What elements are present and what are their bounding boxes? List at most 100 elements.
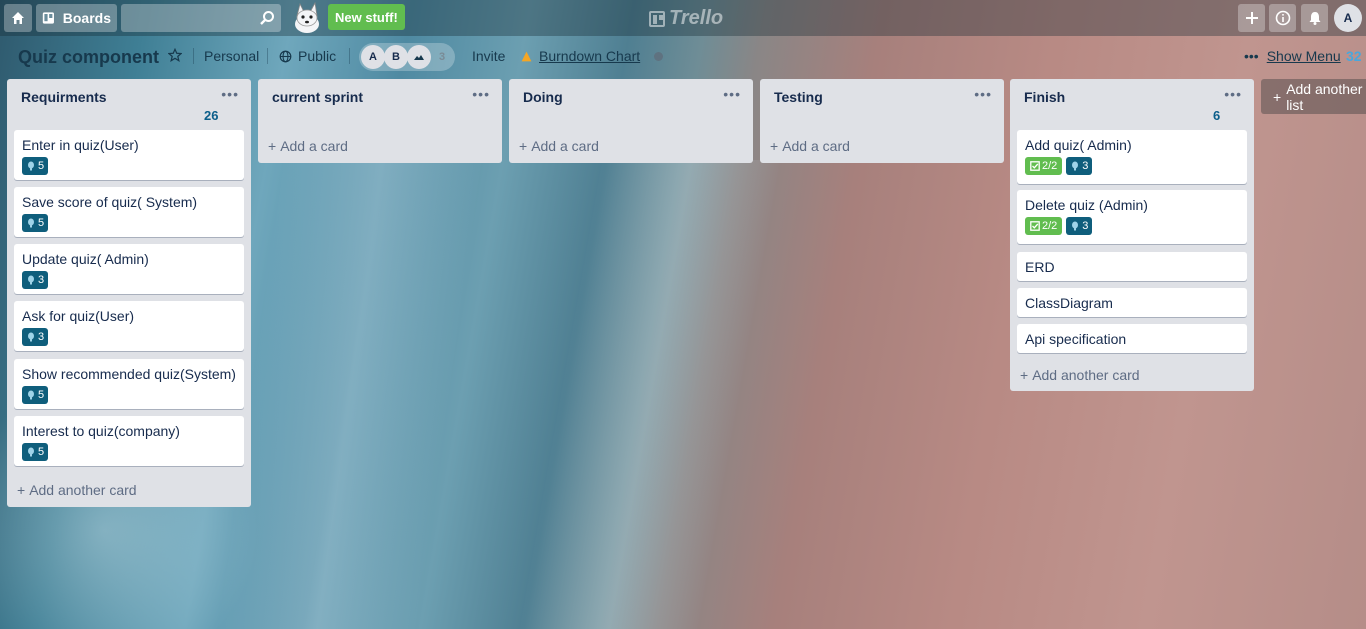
notifications-button[interactable]: [1301, 4, 1328, 32]
member-avatar[interactable]: [407, 45, 431, 69]
new-stuff-button[interactable]: New stuff!: [328, 4, 405, 30]
board-title[interactable]: Quiz component: [18, 47, 159, 68]
card-title: Api specification: [1025, 331, 1127, 347]
card-title: Ask for quiz(User): [22, 308, 135, 324]
add-card-label: Add a card: [531, 138, 599, 154]
list-menu-icon[interactable]: •••: [1224, 86, 1242, 102]
points-icon: [28, 161, 34, 171]
list-current-sprint[interactable]: current sprint ••• + Add a card: [258, 79, 502, 163]
trello-logo[interactable]: Trello: [649, 7, 723, 30]
member-avatar[interactable]: B: [384, 45, 408, 69]
plus-icon: +: [17, 482, 26, 498]
points-value: 5: [38, 446, 45, 458]
more-members-count[interactable]: 3: [430, 45, 454, 69]
add-card-button[interactable]: + Add a card: [519, 138, 599, 154]
plus-icon: [1245, 12, 1258, 24]
status-dot: [654, 52, 663, 61]
burndown-powerup-button[interactable]: Burndown Chart: [520, 48, 640, 64]
list-testing[interactable]: Testing ••• + Add a card: [760, 79, 1004, 163]
add-list-button[interactable]: + Add another list: [1261, 79, 1366, 114]
list-points-count: 26: [204, 108, 219, 123]
board-icon: [42, 12, 54, 24]
add-card-button[interactable]: + Add another card: [17, 482, 137, 498]
list-menu-icon[interactable]: •••: [974, 86, 992, 102]
card-title: Enter in quiz(User): [22, 137, 139, 153]
checklist-value: 2/2: [1042, 220, 1058, 232]
visibility-button[interactable]: Public: [279, 48, 336, 64]
card[interactable]: Ask for quiz(User) 3: [14, 301, 244, 351]
checklist-value: 2/2: [1042, 160, 1058, 172]
checklist-icon: [1030, 161, 1040, 171]
points-icon: [28, 332, 34, 342]
plus-icon: +: [519, 138, 528, 154]
checklist-icon: [1030, 221, 1040, 231]
invite-button[interactable]: Invite: [472, 48, 505, 64]
team-button[interactable]: Personal: [204, 48, 259, 64]
user-avatar[interactable]: A: [1334, 4, 1362, 32]
star-icon: [168, 48, 182, 62]
member-avatar[interactable]: A: [361, 45, 385, 69]
wave-foam: [518, 160, 782, 629]
burndown-chart-icon: [521, 51, 532, 61]
card[interactable]: ClassDiagram: [1017, 288, 1247, 317]
checklist-badge: 2/2: [1025, 217, 1063, 235]
points-badge: 5: [22, 443, 49, 461]
list-menu-icon[interactable]: •••: [221, 86, 239, 102]
card-title: Show recommended quiz(System): [22, 366, 236, 382]
list-finish[interactable]: Finish ••• 6 Add quiz( Admin) 2/2 3 Dele…: [1010, 79, 1254, 391]
list-title[interactable]: Testing: [760, 79, 1004, 113]
globe-icon: [279, 50, 292, 62]
search-input[interactable]: [121, 4, 281, 32]
divider: [267, 48, 268, 64]
trello-logo-text: Trello: [669, 7, 724, 29]
points-value: 5: [38, 160, 45, 172]
card[interactable]: Update quiz( Admin) 3: [14, 244, 244, 294]
points-badge: 5: [22, 386, 49, 404]
create-button[interactable]: [1238, 4, 1265, 32]
card[interactable]: Show recommended quiz(System) 5: [14, 359, 244, 409]
list-menu-icon[interactable]: •••: [723, 86, 741, 102]
points-badge: 3: [22, 328, 49, 346]
card[interactable]: Api specification: [1017, 324, 1247, 353]
points-value: 3: [38, 274, 45, 286]
add-card-button[interactable]: + Add another card: [1020, 367, 1140, 383]
add-list-label: Add another list: [1286, 80, 1363, 113]
card[interactable]: Delete quiz (Admin) 2/2 3: [1017, 190, 1247, 244]
points-value: 5: [38, 389, 45, 401]
card-title: Interest to quiz(company): [22, 423, 180, 439]
list-menu-icon[interactable]: •••: [472, 86, 490, 102]
list-doing[interactable]: Doing ••• + Add a card: [509, 79, 753, 163]
points-icon: [1072, 221, 1079, 231]
boards-button[interactable]: Boards: [36, 4, 117, 32]
list-title[interactable]: current sprint: [258, 79, 502, 113]
add-card-button[interactable]: + Add a card: [268, 138, 348, 154]
show-menu-button[interactable]: ••• Show Menu: [1244, 48, 1341, 64]
home-button[interactable]: [4, 4, 32, 32]
add-card-label: Add another card: [29, 482, 137, 498]
card[interactable]: Interest to quiz(company) 5: [14, 416, 244, 466]
points-badge: 3: [1066, 157, 1093, 175]
list-title[interactable]: Doing: [509, 79, 753, 113]
member-image-icon: [414, 55, 424, 60]
plus-icon: +: [268, 138, 277, 154]
divider: [193, 48, 194, 64]
points-icon: [28, 447, 34, 457]
add-card-label: Add a card: [782, 138, 850, 154]
list-requirments[interactable]: Requirments ••• 26 Enter in quiz(User) 5…: [7, 79, 251, 507]
add-card-button[interactable]: + Add a card: [770, 138, 850, 154]
show-menu-label: Show Menu: [1266, 48, 1341, 64]
points-value: 3: [38, 331, 45, 343]
card[interactable]: Enter in quiz(User) 5: [14, 130, 244, 180]
visibility-label: Public: [298, 48, 337, 64]
plus-icon: +: [1020, 367, 1029, 383]
boards-label: Boards: [62, 10, 111, 26]
points-icon: [28, 390, 34, 400]
points-badge: 3: [1066, 217, 1093, 235]
info-button[interactable]: [1269, 4, 1296, 32]
card[interactable]: ERD: [1017, 252, 1247, 281]
points-badge: 5: [22, 214, 49, 232]
star-button[interactable]: [168, 48, 182, 62]
points-value: 5: [38, 217, 45, 229]
card[interactable]: Add quiz( Admin) 2/2 3: [1017, 130, 1247, 184]
card[interactable]: Save score of quiz( System) 5: [14, 187, 244, 237]
